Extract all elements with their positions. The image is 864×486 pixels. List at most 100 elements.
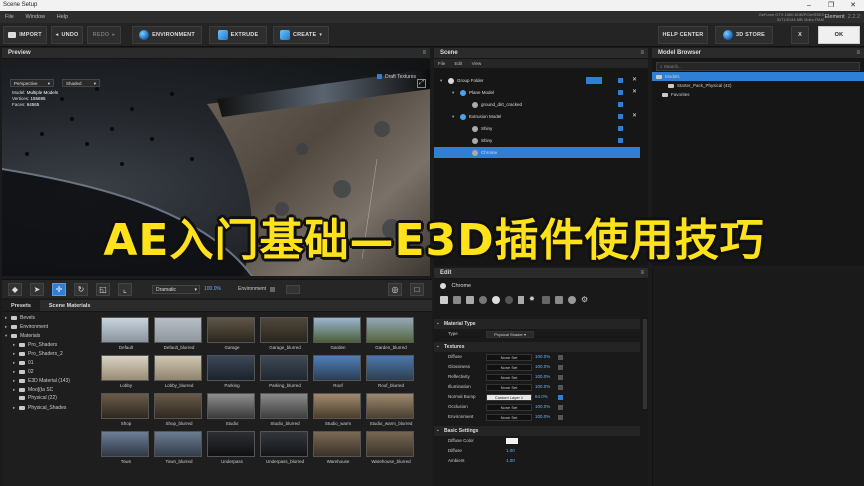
visibility-toggle[interactable] [618,102,623,107]
texture-enable-checkbox[interactable] [558,415,563,420]
texture-slot[interactable]: None Set [486,404,532,411]
preset-thumbnail[interactable]: Warehouse_blurred [366,431,416,464]
visibility-toggle[interactable] [618,90,623,95]
visibility-toggle[interactable] [618,78,623,83]
rotate-tool[interactable]: ↻ [74,283,88,296]
texture-enable-checkbox[interactable] [558,355,563,360]
glow-icon[interactable] [568,296,576,304]
draft-textures-toggle[interactable]: Draft Textures [376,74,416,80]
remove-icon[interactable]: ✕ [632,111,637,122]
preset-tree-item[interactable]: ▸ Bevels [2,313,96,322]
preset-thumbnail[interactable]: Default [101,317,151,350]
texture-icon[interactable] [466,296,474,304]
texture-strength[interactable]: 100.0% [535,412,550,422]
scene-tree-row[interactable]: Shiny [434,135,640,146]
panel-menu-icon[interactable]: ≡ [856,48,860,59]
preset-thumbnail[interactable]: Default_blurred [154,317,204,350]
visibility-toggle[interactable] [618,150,623,155]
ok-button[interactable]: OK [818,26,860,44]
render-button[interactable]: □ [410,283,424,296]
material-tab-icon[interactable] [440,296,448,304]
minimize-icon[interactable]: – [798,0,820,11]
preset-thumbnail[interactable]: Underpass [207,431,257,464]
close-icon[interactable]: ✕ [842,0,864,11]
scene-menu-edit[interactable]: Edit [451,61,467,66]
visibility-toggle[interactable] [618,126,623,131]
preset-thumbnail[interactable]: Lobby_blurred [154,355,204,388]
edit-scrollbar[interactable] [643,319,647,409]
preset-thumbnail[interactable]: Studio_blurred [260,393,310,426]
create-button[interactable]: CREATE ▾ [273,26,329,44]
move-tool[interactable]: ✛ [52,283,66,296]
preset-thumbnail[interactable]: Town_blurred [154,431,204,464]
texture-enable-checkbox[interactable] [558,375,563,380]
preset-tree-item[interactable]: ▸ Physical_Shades [2,403,96,412]
texture-enable-checkbox[interactable] [558,395,563,400]
diffuse-color-swatch[interactable] [506,438,518,444]
scene-tree-row[interactable]: Shiny [434,123,640,134]
lighting-value[interactable]: 100.0% [204,285,221,294]
copy-icon[interactable] [453,296,461,304]
shading-dropdown[interactable]: Shaded ▾ [62,79,100,87]
sparkle-icon[interactable]: ✸ [529,296,537,304]
model-search-input[interactable]: ⌕ Search... [656,62,860,71]
environment-button[interactable]: ENVIRONMENT [132,26,202,44]
preset-thumbnail[interactable]: Roof_blurred [366,355,416,388]
help-center-button[interactable]: HELP CENTER [658,26,708,44]
menu-help[interactable]: Help [52,11,73,23]
preset-thumbnail[interactable]: Shop [101,393,151,426]
scene-tree-row[interactable]: ground_dirt_cracked [434,99,640,110]
move-camera-tool[interactable]: ◆ [8,283,22,296]
preset-thumbnail[interactable]: Studio_warm [313,393,363,426]
preset-thumbnail[interactable]: Studio_warm_blurred [366,393,416,426]
preset-thumbnail[interactable]: Garage_blurred [260,317,310,350]
anchor-tool[interactable]: ⌞ [118,283,132,296]
panel-menu-icon[interactable]: ≡ [640,268,644,279]
extrude-button[interactable]: EXTRUDE [209,26,267,44]
material-type-section[interactable]: ▪ Material Type [434,319,640,329]
info-icon[interactable] [505,296,513,304]
environment-color-swatch[interactable] [286,285,300,294]
remove-icon[interactable]: ✕ [632,75,637,86]
scene-menu-file[interactable]: File [434,61,449,66]
reflection-icon[interactable] [555,296,563,304]
preset-thumbnail[interactable]: Garden [313,317,363,350]
panel-menu-icon[interactable]: ≡ [640,48,644,59]
select-tool[interactable]: ➤ [30,283,44,296]
preset-tree-item[interactable]: Physical (22) [2,394,96,403]
texture-strength[interactable]: 100.0% [535,352,550,362]
sphere-icon[interactable] [492,296,500,304]
texture-strength[interactable]: 100.0% [535,372,550,382]
texture-strength[interactable]: 100.0% [535,362,550,372]
scale-tool[interactable]: ◱ [96,283,110,296]
preset-thumbnail[interactable]: Roof [313,355,363,388]
preset-thumbnail[interactable]: Shop_blurred [154,393,204,426]
bevel-icon[interactable] [479,296,487,304]
scene-tree-row[interactable]: Chrome [434,147,640,158]
preset-tree-item[interactable]: ▸ Pro_Shaders_2 [2,349,96,358]
undo-button[interactable]: ◂ UNDO [51,26,83,44]
gear-icon[interactable]: ⚙ [581,296,589,304]
maximize-icon[interactable]: ⤢ [417,79,426,88]
texture-enable-checkbox[interactable] [558,405,563,410]
basic-setting-value[interactable]: 1.00 [506,456,515,466]
3d-store-button[interactable]: 3D STORE [715,26,773,44]
texture-enable-checkbox[interactable] [558,385,563,390]
texture-slot[interactable]: None Set [486,384,532,391]
lighting-dropdown[interactable]: Dramatic ▾ [152,285,200,294]
texture-slot[interactable]: None Set [486,354,532,361]
menu-file[interactable]: File [0,11,19,23]
light-icon[interactable] [518,296,524,304]
preset-tree-item[interactable]: ▸ E3D Material (143) [2,376,96,385]
texture-slot[interactable]: None Set [486,364,532,371]
panel-menu-icon[interactable]: ≡ [422,48,426,59]
model-tree-item[interactable]: Models [652,72,864,81]
preset-thumbnail[interactable]: Warehouse [313,431,363,464]
redo-button[interactable]: REDO ▸ [87,26,121,44]
texture-slot[interactable]: None Set [486,414,532,421]
texture-slot[interactable]: None Set [486,374,532,381]
preset-thumbnail[interactable]: Garden_blurred [366,317,416,350]
preset-thumbnail[interactable]: Parking_blurred [260,355,310,388]
preset-tree-item[interactable]: ▸ Environment [2,322,96,331]
texture-strength[interactable]: 64.0% [535,392,548,402]
